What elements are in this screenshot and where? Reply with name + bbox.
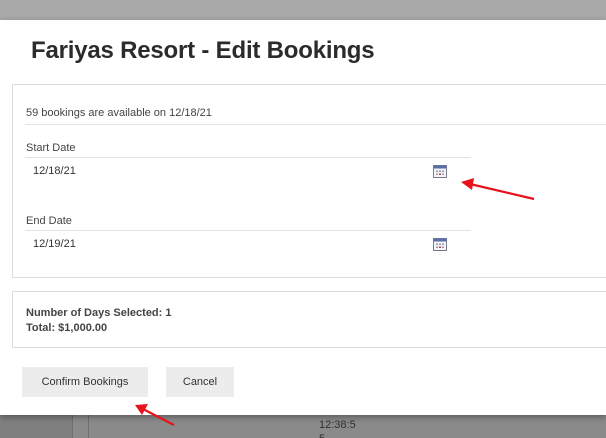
calendar-icon[interactable]: [433, 165, 447, 178]
end-date-label: End Date: [26, 215, 72, 227]
background-table-column: [0, 415, 73, 438]
modal-title: Fariyas Resort - Edit Bookings: [31, 37, 375, 64]
booking-summary-panel: Number of Days Selected: 1 Total: $1,000…: [12, 291, 606, 348]
divider: [25, 124, 606, 125]
background-page-top: [0, 0, 606, 20]
start-date-field[interactable]: 12/18/21: [25, 157, 471, 186]
date-selection-panel: 59 bookings are available on 12/18/21 St…: [12, 84, 606, 278]
calendar-icon[interactable]: [433, 238, 447, 251]
background-time-text: 12:38:5 5: [319, 419, 356, 438]
start-date-value: 12/18/21: [33, 165, 76, 177]
end-date-value: 12/19/21: [33, 238, 76, 250]
days-selected-text: Number of Days Selected: 1: [26, 307, 172, 319]
availability-text: 59 bookings are available on 12/18/21: [26, 107, 212, 119]
confirm-bookings-button[interactable]: Confirm Bookings: [22, 367, 148, 397]
end-date-field[interactable]: 12/19/21: [25, 230, 471, 259]
total-text: Total: $1,000.00: [26, 322, 108, 334]
edit-bookings-modal: Fariyas Resort - Edit Bookings 59 bookin…: [0, 20, 606, 415]
start-date-label: Start Date: [26, 142, 76, 154]
cancel-button[interactable]: Cancel: [166, 367, 234, 397]
